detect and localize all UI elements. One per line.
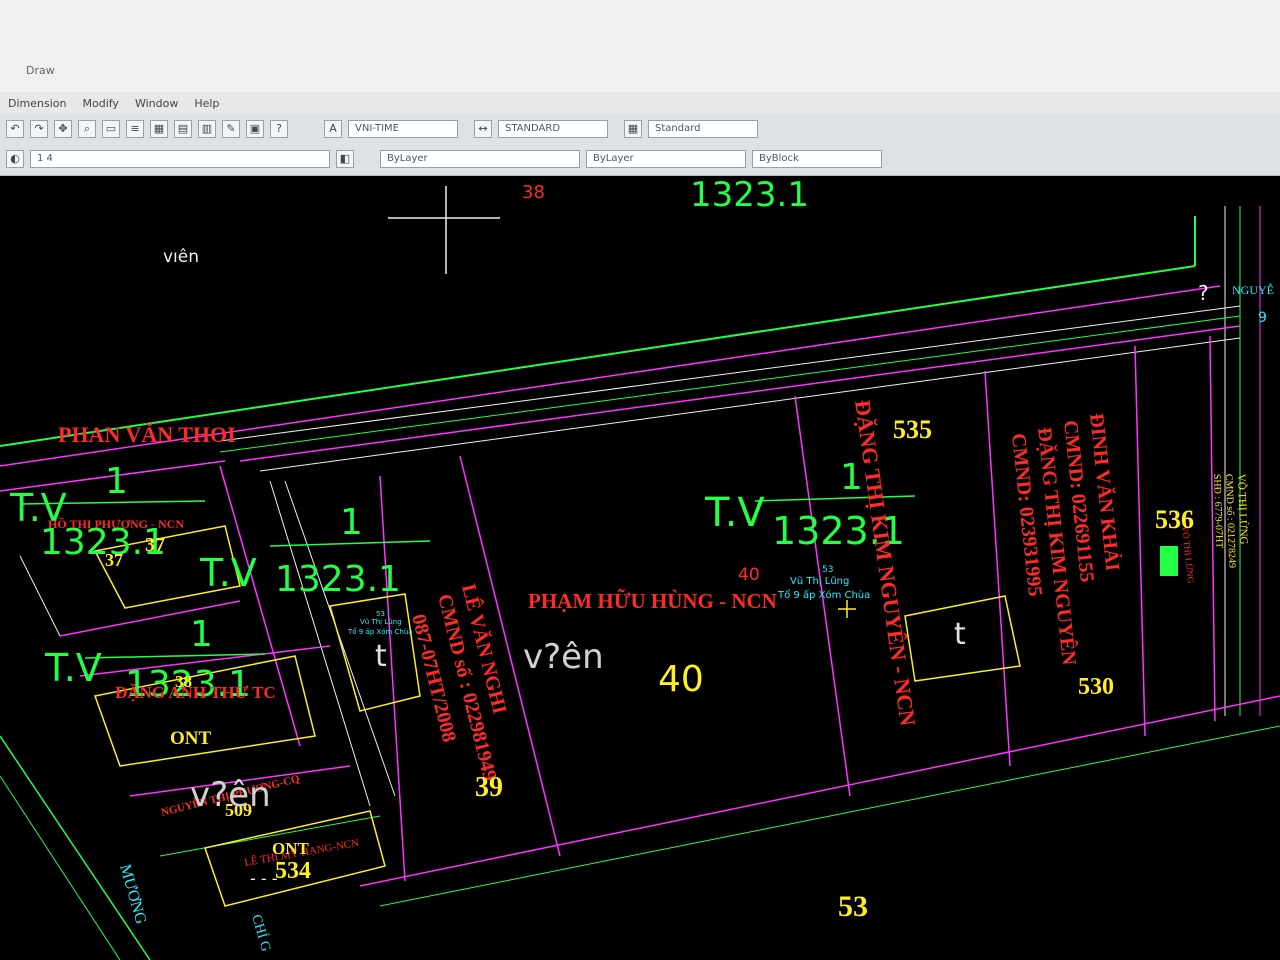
menu-help[interactable]: Help (194, 97, 219, 110)
owner-label: VÕ THỊ LỪNG (1180, 525, 1196, 584)
zoom-window-icon[interactable]: ▭ (102, 120, 120, 138)
parcel-number: 535 (893, 415, 932, 444)
parcel-divider (59, 600, 241, 637)
owner-label: ĐẶNG THỊ KIM NGUYÊN - NCN (850, 398, 921, 727)
owner-label: PHẠM HỮU HÙNG - NCN (528, 589, 777, 613)
fraction-top: 1 (190, 614, 213, 655)
calculator-icon[interactable]: ▣ (246, 120, 264, 138)
lineweight-select[interactable]: ByBlock (752, 150, 882, 168)
block-label: v?ên (190, 775, 271, 815)
parcel-number: 530 (1078, 674, 1114, 700)
color-select[interactable]: ByLayer (380, 150, 580, 168)
cyan-note: Tổ 9 ấp Xóm Chùa (777, 588, 870, 601)
pan-icon[interactable]: ✥ (54, 120, 72, 138)
owner-label: PHAN VĂN THOI (58, 422, 236, 447)
design-center-icon[interactable]: ▦ (150, 120, 168, 138)
owner-label: ĐẶNG ANH THƯ TC (115, 683, 276, 702)
cyan-note: Vũ Thị Lũng (360, 618, 402, 626)
edge-label: 9 (1258, 310, 1267, 326)
text-style-icon: A (324, 120, 342, 138)
cyan-note: 53 (822, 565, 833, 575)
parcel-number: 38 (175, 672, 192, 691)
parcel-divider (19, 555, 61, 637)
parcel-number: 37 (145, 534, 165, 556)
cyan-note: Vũ Thị Lũng (790, 576, 849, 587)
edge-label: NGUYỄ (1232, 282, 1274, 297)
parcel-number: 37 (105, 550, 123, 570)
cad-drawing: 1323.1 T.V 1 1323.1 T.V 1 1323.1 T.V 1 1… (0, 176, 1280, 960)
menu-modify[interactable]: Modify (82, 97, 118, 110)
parcel-number: 534 (275, 858, 311, 884)
tv-label: T.V (44, 646, 102, 690)
boundary-line (379, 725, 1280, 907)
parcel-number: 536 (1155, 505, 1194, 534)
fraction-top: 1 (105, 461, 128, 502)
parcel-number-small: 40 (738, 565, 760, 585)
parcel-divider (1134, 345, 1146, 737)
marker-t: t (375, 639, 387, 674)
parcel-divider (984, 370, 1011, 767)
sheet-set-icon[interactable]: ▥ (198, 120, 216, 138)
fraction-top: 1 (340, 502, 363, 543)
block-label: vıên (163, 247, 199, 267)
tv-label: T.V (704, 490, 765, 536)
fraction-bottom: 1323.1 (275, 559, 401, 600)
boundary-line (0, 735, 151, 960)
edge-label: ? (1198, 281, 1209, 305)
menu-bar: Dimension Modify Window Help (0, 92, 1280, 114)
menu-dimension[interactable]: Dimension (8, 97, 66, 110)
properties-icon[interactable]: ≡ (126, 120, 144, 138)
boundary-line (0, 775, 121, 960)
dim-style-select[interactable]: STANDARD (498, 120, 608, 138)
tool-palette-icon[interactable]: ▤ (174, 120, 192, 138)
land-use-code: ONT (170, 728, 212, 749)
parcel-number: 38 (522, 182, 545, 203)
fraction-line (754, 495, 916, 502)
owner-label: HỒ THỊ PHƯỢNG - NCN (48, 516, 184, 531)
window-title: Draw (26, 64, 55, 77)
table-style-select[interactable]: Standard (648, 120, 758, 138)
toolbar-row-standard: ↶ ↷ ✥ ⌕ ▭ ≡ ▦ ▤ ▥ ✎ ▣ ? A VNI-TIME ↔ STA… (6, 116, 758, 142)
marker-t: t (954, 617, 966, 652)
cyan-note: 53 (376, 610, 385, 618)
toolbar-row-layers: ◐ 1 4 ◧ ByLayer ByLayer ByBlock (6, 146, 882, 172)
hatch-block (1160, 546, 1178, 576)
dim-style-icon: ↔ (474, 120, 492, 138)
parcel-divider (379, 475, 406, 882)
block-label: v?ên (523, 637, 604, 677)
parcel-number: 39 (475, 772, 503, 803)
layer-state-icon[interactable]: ◐ (6, 150, 24, 168)
layer-previous-icon[interactable]: ◧ (336, 150, 354, 168)
tv-label: T.V (199, 551, 257, 595)
toolbar: ↶ ↷ ✥ ⌕ ▭ ≡ ▦ ▤ ▥ ✎ ▣ ? A VNI-TIME ↔ STA… (0, 114, 1280, 176)
owner-label: VÕ THỊ LỪNG (1235, 474, 1249, 545)
road-label: CHỈ G (248, 912, 275, 953)
linetype-select[interactable]: ByLayer (586, 150, 746, 168)
title-bar: Draw (0, 0, 1280, 92)
parcel-number: 53 (838, 890, 868, 923)
parcel-area-label: 1323.1 (690, 176, 809, 215)
text-style-select[interactable]: VNI-TIME (348, 120, 458, 138)
markup-icon[interactable]: ✎ (222, 120, 240, 138)
table-style-icon: ▦ (624, 120, 642, 138)
undo-icon[interactable]: ↶ (6, 120, 24, 138)
land-use-code: ONT (272, 839, 310, 858)
dash-marker: - - - (250, 869, 278, 888)
cyan-note: Tổ 9 ấp Xóm Chùa (347, 627, 413, 636)
drawing-canvas[interactable]: 1323.1 T.V 1 1323.1 T.V 1 1323.1 T.V 1 1… (0, 176, 1280, 960)
redo-icon[interactable]: ↷ (30, 120, 48, 138)
menu-window[interactable]: Window (135, 97, 178, 110)
layer-select[interactable]: 1 4 (30, 150, 330, 168)
parcel-number: 40 (658, 659, 704, 700)
help-icon[interactable]: ? (270, 120, 288, 138)
zoom-icon[interactable]: ⌕ (78, 120, 96, 138)
